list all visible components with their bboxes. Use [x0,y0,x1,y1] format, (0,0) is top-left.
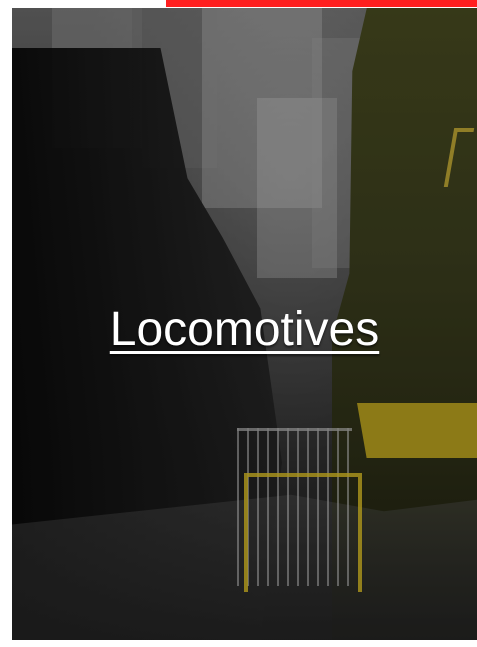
top-accent-bar [166,0,477,7]
locomotives-tile[interactable]: Locomotives [12,8,477,640]
tile-caption: Locomotives [12,306,477,354]
locomotives-link[interactable]: Locomotives [110,306,379,354]
